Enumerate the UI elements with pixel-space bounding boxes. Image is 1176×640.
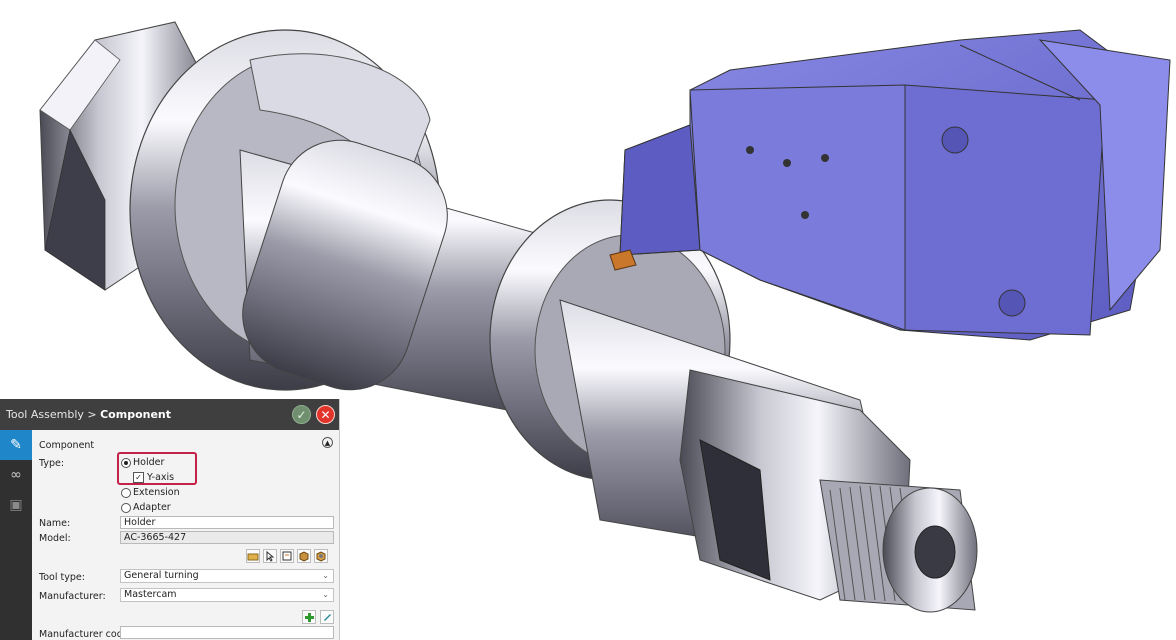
chevron-down-icon: ⌄ xyxy=(322,571,329,580)
radio-extension[interactable] xyxy=(121,488,131,498)
breadcrumb-parent: Tool Assembly > xyxy=(6,408,97,421)
type-label: Type: xyxy=(39,458,65,469)
model-label: Model: xyxy=(39,533,71,544)
manufacturer-code-label: Manufacturer code: xyxy=(39,629,132,640)
tool-type-dropdown[interactable]: General turning ⌄ xyxy=(120,569,334,583)
add-icon[interactable] xyxy=(302,610,316,624)
panel-sidebar: ✎ ∞ ▣ xyxy=(0,430,32,640)
select-arrow-icon[interactable] xyxy=(263,549,277,563)
ok-button[interactable]: ✓ xyxy=(292,405,311,424)
threaded-end xyxy=(819,479,978,613)
radio-extension-label: Extension xyxy=(133,487,180,498)
sidebar-link-tab[interactable]: ∞ xyxy=(0,460,32,490)
checkmark-icon: ✓ xyxy=(296,408,307,422)
breadcrumb: Tool Assembly > Component xyxy=(6,408,171,421)
edit-icon[interactable] xyxy=(320,610,334,624)
panel-header: Tool Assembly > Component ✓ ✕ xyxy=(0,399,339,430)
sidebar-layout-tab[interactable]: ▣ xyxy=(0,490,32,520)
name-field[interactable]: Holder xyxy=(120,516,334,529)
component-form: Component ▲ Type: Holder ✓ Y-axis Extens… xyxy=(32,430,339,640)
manufacturer-value: Mastercam xyxy=(124,589,177,600)
tool-type-label: Tool type: xyxy=(39,572,85,583)
layout-icon: ▣ xyxy=(9,497,23,513)
chevron-down-icon: ⌄ xyxy=(322,590,329,599)
manufacturer-label: Manufacturer: xyxy=(39,591,106,602)
tool-list-icon[interactable] xyxy=(280,549,294,563)
link-icon: ∞ xyxy=(10,467,22,483)
tool-icon: ✎ xyxy=(10,437,22,453)
sidebar-tool-tab[interactable]: ✎ xyxy=(0,430,32,460)
model-toolbar xyxy=(246,549,336,563)
open-folder-icon[interactable] xyxy=(246,549,260,563)
chevron-up-icon: ▲ xyxy=(324,439,331,447)
breadcrumb-current: Component xyxy=(100,408,172,421)
model-field[interactable]: AC-3665-427 xyxy=(120,531,334,544)
section-title: Component xyxy=(39,440,95,451)
close-icon: ✕ xyxy=(320,408,331,422)
manufacturer-code-field[interactable] xyxy=(120,626,334,639)
box-icon[interactable] xyxy=(297,549,311,563)
radio-adapter-label: Adapter xyxy=(133,502,171,513)
gear-box-icon[interactable] xyxy=(314,549,328,563)
close-button[interactable]: ✕ xyxy=(316,405,335,424)
tool-type-value: General turning xyxy=(124,570,199,581)
annotation-highlight-box xyxy=(117,452,197,485)
name-label: Name: xyxy=(39,518,71,529)
collapse-section-button[interactable]: ▲ xyxy=(322,437,333,448)
manufacturer-dropdown[interactable]: Mastercam ⌄ xyxy=(120,588,334,602)
radio-adapter[interactable] xyxy=(121,503,131,513)
tool-assembly-panel: Tool Assembly > Component ✓ ✕ ✎ ∞ ▣ Comp… xyxy=(0,399,340,640)
